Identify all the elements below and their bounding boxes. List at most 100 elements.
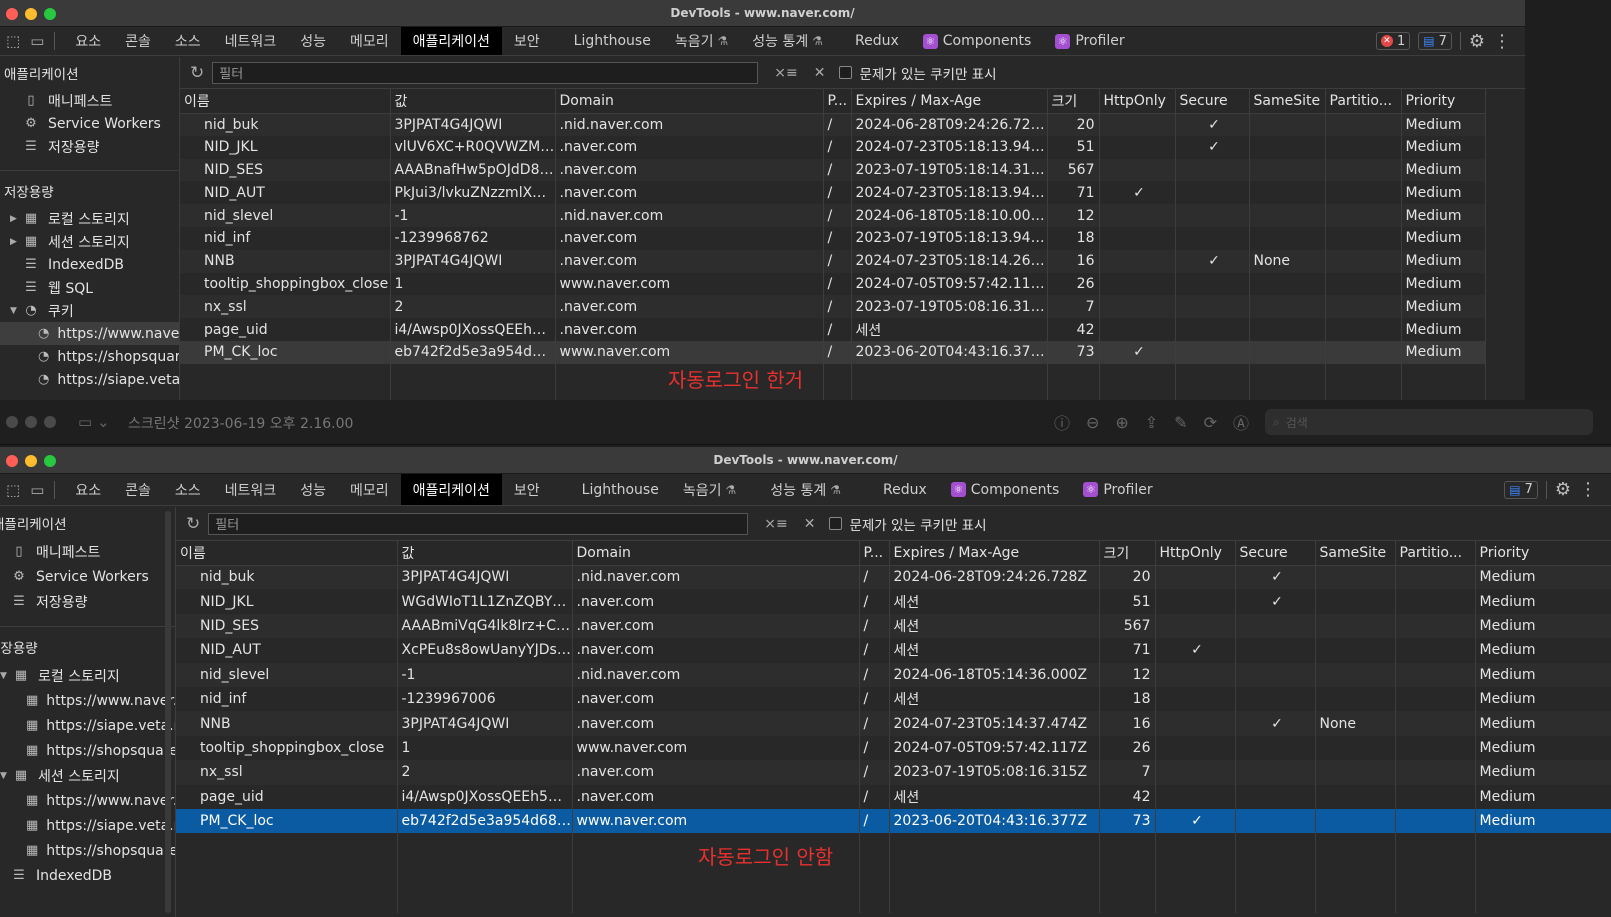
markup-icon[interactable]: ✎ xyxy=(1174,413,1187,432)
column-header-name[interactable]: 이름 xyxy=(176,541,398,566)
sidebar-item-service-workers[interactable]: ⚙ Service Workers xyxy=(0,564,175,589)
sidebar-item-service-workers[interactable]: ⚙ Service Workers xyxy=(0,112,179,135)
sidebar-scrollbar[interactable] xyxy=(165,511,171,913)
cookie-row[interactable]: NID_AUT PkJui3/lvkuZNzzmlXGhs .naver.com/2… xyxy=(180,181,1486,205)
column-header-name[interactable]: 이름 xyxy=(180,89,391,114)
sidebar-item-storage[interactable]: ☰ 저장용량 xyxy=(0,135,179,158)
tab-memory[interactable]: 메모리 xyxy=(338,474,401,505)
info-icon[interactable]: ⓘ xyxy=(1054,410,1070,434)
more-options-icon[interactable]: ⋮ xyxy=(1493,31,1511,52)
clear-filtered-icon[interactable]: ⨯≡ xyxy=(764,516,787,532)
filter-input[interactable]: 필터 xyxy=(208,512,749,535)
tab-components[interactable]: ⚛ Components xyxy=(911,27,1044,55)
chevron-down-icon[interactable]: ▼ xyxy=(0,671,12,681)
column-header-value[interactable]: 값 xyxy=(397,541,573,566)
column-header-partition[interactable]: Partitio... xyxy=(1395,541,1476,566)
message-badge[interactable]: ▤ 7 xyxy=(1504,480,1538,499)
chevron-down-icon[interactable]: ▼ xyxy=(0,771,12,781)
rotate-icon[interactable]: ⟳ xyxy=(1204,413,1217,432)
tab-application[interactable]: 애플리케이션 xyxy=(400,474,502,505)
zoom-window-button[interactable] xyxy=(44,416,56,428)
sidebar-item-storage[interactable]: ☰ 저장용량 xyxy=(0,589,175,614)
column-header-expires[interactable]: Expires / Max-Age xyxy=(851,89,1048,114)
inspect-element-icon[interactable]: ⬚ xyxy=(6,32,20,50)
chevron-right-icon[interactable]: ▶ xyxy=(10,237,22,247)
column-header-secure[interactable]: Secure xyxy=(1235,541,1316,566)
error-badge[interactable]: ✕ 1 xyxy=(1375,32,1411,50)
column-header-path[interactable]: P... xyxy=(823,89,852,114)
tab-redux[interactable]: Redux xyxy=(871,474,939,505)
tab-recorder[interactable]: 녹음기 ⚗ xyxy=(671,474,748,505)
tab-performance-insights[interactable]: 성능 통계 ⚗ xyxy=(740,27,835,55)
sidebar-item-local-storage[interactable]: ▶ ▦ 로컬 스토리지 xyxy=(0,207,179,230)
column-header-httponly[interactable]: HttpOnly xyxy=(1099,89,1176,114)
message-badge[interactable]: ▤ 7 xyxy=(1418,32,1452,50)
annotate-icon[interactable]: Ⓐ xyxy=(1233,410,1249,434)
column-header-path[interactable]: P... xyxy=(859,541,890,566)
sidebar-item-web-sql[interactable]: ☰ 웹 SQL xyxy=(0,276,179,299)
zoom-window-button[interactable] xyxy=(44,455,56,467)
cookie-row[interactable]: PM_CK_loceb742f2d5e3a954d6883fbwww.naver… xyxy=(180,340,1486,364)
clear-filtered-icon[interactable]: ⨯≡ xyxy=(774,65,797,81)
cookie-row[interactable]: NID_SES AAABmiVqG4lk8Irz+ClKyW .naver.com /… xyxy=(176,613,1611,639)
refresh-icon[interactable]: ↻ xyxy=(186,514,200,534)
zoom-out-icon[interactable]: ⊖ xyxy=(1086,413,1099,432)
tab-profiler[interactable]: ⚛ Profiler xyxy=(1043,27,1136,55)
tab-sources[interactable]: 소스 xyxy=(163,474,213,505)
cookie-row[interactable]: PM_CK_loceb742f2d5e3a954d6883fbwww.naver… xyxy=(176,808,1611,834)
inspect-element-icon[interactable]: ⬚ xyxy=(6,481,20,499)
cookie-row[interactable]: page_uid i4/Awsp0JXossQEEh5ZVV .naver.com /… xyxy=(176,784,1611,809)
minimize-window-button[interactable] xyxy=(25,8,37,20)
tab-components[interactable]: ⚛ Components xyxy=(939,474,1072,505)
clear-all-icon[interactable]: ✕ xyxy=(814,65,826,81)
sidebar-item-session-storage[interactable]: ▶ ▦ 세션 스토리지 xyxy=(0,230,179,253)
column-header-expires[interactable]: Expires / Max-Age xyxy=(889,541,1100,566)
cookie-row[interactable]: nid_slevel -1 .nid.naver.com/2024-06-18T05… xyxy=(176,662,1611,687)
checkbox-box[interactable] xyxy=(829,517,843,530)
sidebar-item-session-site[interactable]: ▦ https://shopsquare xyxy=(0,838,175,863)
minimize-window-button[interactable] xyxy=(25,455,37,467)
cookie-row[interactable]: page_uid i4/Awsp0JXossQEEh5ZVV .naver.com /… xyxy=(180,318,1486,341)
cookie-row[interactable]: tooltip_shoppingbox_close 1 www.naver.com /… xyxy=(180,272,1486,296)
checkbox-box[interactable] xyxy=(839,66,853,79)
minimize-window-button[interactable] xyxy=(25,416,37,428)
tab-console[interactable]: 콘솔 xyxy=(113,27,163,55)
column-header-secure[interactable]: Secure xyxy=(1175,89,1250,114)
device-toolbar-icon[interactable]: ▭ xyxy=(30,32,44,50)
sidebar-item-session-site[interactable]: ▦ https://www.naver.com xyxy=(0,788,175,813)
more-options-icon[interactable]: ⋮ xyxy=(1579,479,1597,500)
column-header-partition[interactable]: Partitio... xyxy=(1325,89,1402,114)
cookie-row[interactable]: nid_inf -1239968762 .naver.com/2023-07-19T… xyxy=(180,226,1486,250)
cookie-row[interactable]: NID_AUT XcPEu8s8owUanyYJDsDd .naver.com / 세션… xyxy=(176,638,1611,663)
tab-network[interactable]: 네트워크 xyxy=(213,27,289,55)
cookie-row[interactable]: nx_ssl 2 .naver.com/2023-07-19T05:08:16.31… xyxy=(180,295,1486,319)
tab-security[interactable]: 보안 xyxy=(502,474,552,505)
cookie-row[interactable]: NNB 3PJPAT4G4JQWI .naver.com/2024-07-23T05… xyxy=(180,249,1486,273)
cookie-row[interactable]: nid_slevel -1 .nid.naver.com/2024-06-18T05… xyxy=(180,204,1486,227)
cookie-row[interactable]: nid_inf -1239967006 .naver.com / 세션 18 Medium xyxy=(176,686,1611,712)
close-window-button[interactable] xyxy=(6,416,18,428)
tab-security[interactable]: 보안 xyxy=(502,27,552,55)
gear-icon[interactable]: ⚙ xyxy=(1555,479,1571,500)
sidebar-item-cookie-site[interactable]: ◔ https://siape.veta.n xyxy=(0,368,179,391)
tab-performance-insights[interactable]: 성능 통계 ⚗ xyxy=(758,474,853,505)
column-header-value[interactable]: 값 xyxy=(390,89,556,114)
sidebar-toggle-icon[interactable]: ▭ ⌄ xyxy=(78,413,110,431)
sidebar-item-local-site[interactable]: ▦ https://shopsquare xyxy=(0,738,175,763)
sidebar-item-indexeddb[interactable]: ☰ IndexedDB xyxy=(0,253,179,276)
column-header-httponly[interactable]: HttpOnly xyxy=(1155,541,1236,566)
sidebar-item-manifest[interactable]: ▯ 매니페스트 xyxy=(0,539,175,564)
sidebar-item-manifest[interactable]: ▯ 매니페스트 xyxy=(0,89,179,112)
chevron-right-icon[interactable]: ▶ xyxy=(10,214,22,224)
device-toolbar-icon[interactable]: ▭ xyxy=(30,481,44,499)
search-field[interactable]: ⌕ 검색 xyxy=(1265,409,1593,435)
tab-sources[interactable]: 소스 xyxy=(163,27,213,55)
cookie-row[interactable]: nid_buk 3PJPAT4G4JQWI .nid.naver.com/2024-… xyxy=(176,565,1611,590)
only-issues-checkbox[interactable]: 문제가 있는 쿠키만 표시 xyxy=(829,514,987,534)
tab-performance[interactable]: 성능 xyxy=(288,474,338,505)
share-icon[interactable]: ⇪ xyxy=(1145,413,1158,432)
tab-recorder[interactable]: 녹음기 ⚗ xyxy=(663,27,740,55)
chevron-down-icon[interactable]: ▼ xyxy=(10,306,22,316)
cookie-row[interactable]: NID_JKL WGdWIoT1L1ZnZQBYpaq .naver.com / 세션 5… xyxy=(176,589,1611,614)
refresh-icon[interactable]: ↻ xyxy=(190,63,204,83)
